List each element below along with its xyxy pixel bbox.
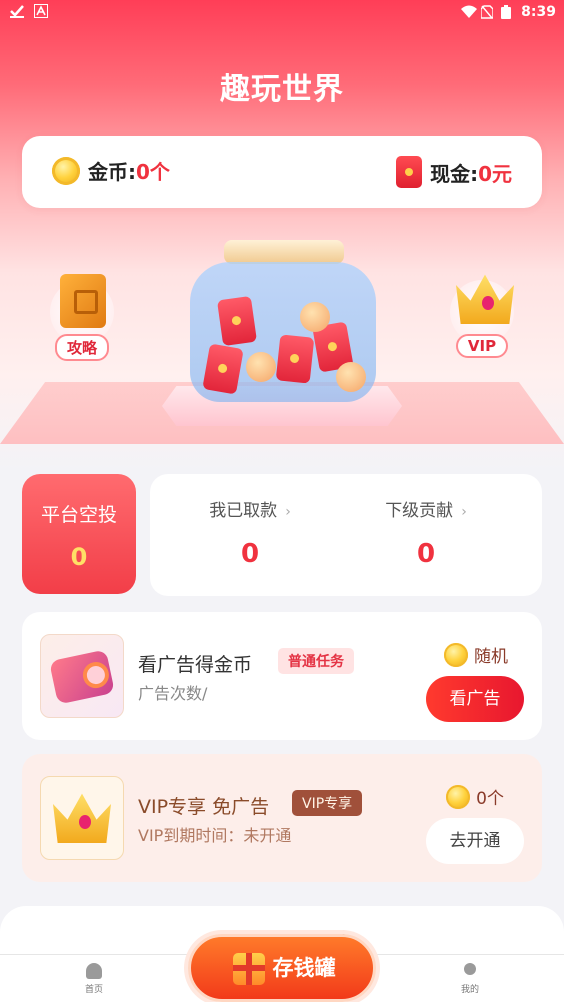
red-packet-icon: [202, 343, 244, 395]
ad-reward-text: 随机: [474, 647, 508, 667]
balance-card: 金币: 0个 现金: 0元: [22, 136, 542, 208]
vip-task-tag: VIP专享: [292, 790, 363, 816]
vip-expiry-text: VIP到期时间：未开通: [138, 826, 292, 845]
guide-button[interactable]: 攻略: [46, 274, 118, 362]
airdrop-value: 0: [70, 543, 88, 571]
withdrawn-stat[interactable]: 我已取款 › 0: [170, 496, 330, 569]
ad-reward: 随机: [444, 642, 508, 667]
vip-reward: 0个: [446, 784, 504, 809]
status-bar: 8:39: [0, 0, 564, 26]
coin-icon: [336, 362, 366, 392]
tab-me[interactable]: 我的: [440, 963, 500, 995]
crown-gem: [79, 815, 91, 829]
tab-home-label: 首页: [84, 985, 103, 995]
piggy-bank-label: 存钱罐: [272, 956, 336, 980]
red-packet-icon: [396, 156, 423, 188]
ad-count-text: 广告次数/: [138, 684, 208, 703]
coin-balance[interactable]: 金币: 0个: [52, 156, 170, 185]
jar-lid: [224, 240, 344, 264]
vip-label: VIP: [455, 334, 509, 358]
coin-value: 0个: [136, 160, 170, 184]
cash-balance[interactable]: 现金: 0元: [396, 156, 512, 188]
cash-value: 0元: [478, 161, 512, 186]
camera-icon: [49, 649, 115, 705]
wifi-icon: [461, 5, 478, 19]
check-icon: [10, 4, 24, 18]
withdrawn-label: 我已取款: [209, 501, 278, 521]
activate-vip-button[interactable]: 去开通: [426, 818, 524, 864]
cash-label: 现金:: [430, 161, 479, 186]
battery-icon: [501, 5, 515, 19]
coin-label: 金币:: [88, 160, 136, 184]
chevron-right-icon: ›: [285, 504, 291, 520]
coin-icon: [52, 156, 80, 185]
jar-body: [190, 262, 376, 402]
stats-card: 我已取款 › 0 下级贡献 › 0: [150, 474, 542, 596]
coin-icon: [246, 352, 276, 382]
vip-task-title: VIP专享 免广告: [138, 796, 270, 818]
coin-icon: [300, 302, 330, 332]
clock: 8:39: [521, 4, 556, 20]
watch-ad-button[interactable]: 看广告: [426, 676, 524, 722]
piggy-bank-button[interactable]: 存钱罐: [188, 934, 376, 1002]
vip-reward-text: 0个: [476, 789, 504, 809]
coin-icon: [446, 784, 471, 809]
normal-task-tag: 普通任务: [278, 648, 354, 674]
vip-task-card: VIP专享 免广告 VIP专享 VIP到期时间：未开通 0个 去开通: [22, 754, 542, 882]
airdrop-card[interactable]: 平台空投 0: [22, 474, 136, 594]
red-packet-icon: [275, 334, 315, 384]
book-icon: [60, 274, 106, 328]
red-packet-icon: [216, 295, 258, 347]
page-title: 趣玩世界: [220, 72, 344, 107]
a-icon: [34, 4, 48, 18]
tab-me-label: 我的: [460, 985, 479, 995]
tab-home[interactable]: 首页: [64, 963, 124, 995]
stats-row: 平台空投 0 我已取款 › 0 下级贡献 › 0: [22, 474, 542, 596]
withdrawn-value: 0: [240, 539, 260, 569]
guide-label: 攻略: [54, 334, 109, 361]
downline-label: 下级贡献: [385, 501, 454, 521]
vip-task-thumbnail: [40, 776, 124, 860]
downline-value: 0: [416, 539, 436, 569]
vip-button[interactable]: VIP: [446, 274, 518, 362]
ad-task-card: 看广告得金币 普通任务 广告次数/ 随机 看广告: [22, 612, 542, 740]
coin-icon: [444, 642, 468, 667]
ad-task-thumbnail: [40, 634, 124, 718]
ad-task-title: 看广告得金币: [138, 654, 253, 676]
person-icon: [464, 963, 476, 975]
chevron-right-icon: ›: [461, 504, 467, 520]
home-icon: [86, 963, 102, 979]
no-sim-icon: [480, 5, 495, 19]
piggy-jar-illustration[interactable]: [190, 240, 376, 402]
gift-icon: [233, 953, 265, 985]
downline-stat[interactable]: 下级贡献 › 0: [346, 496, 506, 569]
airdrop-label: 平台空投: [40, 504, 117, 526]
crown-gem: [482, 296, 494, 310]
